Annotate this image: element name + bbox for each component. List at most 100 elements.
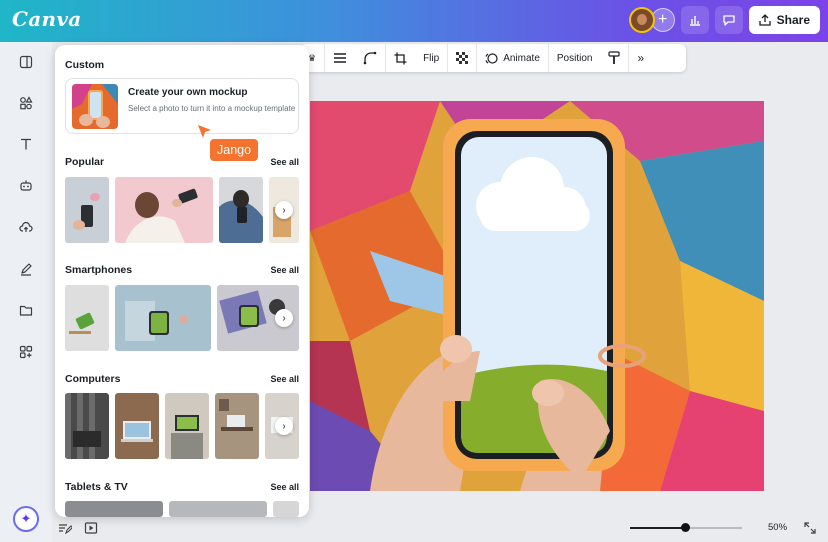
flip-button[interactable]: Flip bbox=[415, 44, 447, 72]
border-weight-icon bbox=[334, 53, 347, 63]
insights-button[interactable] bbox=[680, 6, 709, 34]
present-icon bbox=[84, 522, 98, 534]
pen-icon bbox=[21, 263, 32, 276]
animate-icon bbox=[485, 52, 498, 64]
mockup-thumbnail[interactable] bbox=[115, 177, 213, 243]
tablets-see-all-link[interactable]: See all bbox=[270, 482, 299, 492]
chevron-right-icon: › bbox=[282, 204, 286, 216]
comments-button[interactable] bbox=[714, 6, 743, 34]
present-button[interactable] bbox=[84, 521, 98, 540]
smartphones-section-title: Smartphones bbox=[65, 264, 133, 276]
sidebar-item-elements[interactable] bbox=[16, 93, 36, 113]
phone-mockup-image bbox=[310, 101, 764, 491]
mockup-thumbnail[interactable] bbox=[273, 501, 299, 517]
sidebar-item-draw[interactable] bbox=[16, 259, 36, 279]
mockup-thumbnail[interactable] bbox=[65, 177, 109, 243]
create-mockup-description: Select a photo to turn it into a mockup … bbox=[128, 104, 296, 113]
create-mockup-card[interactable]: Create your own mockup Select a photo to… bbox=[65, 78, 299, 134]
collaborator-cursor-icon bbox=[198, 125, 211, 138]
comment-icon bbox=[722, 15, 735, 26]
mockup-thumbnail[interactable] bbox=[65, 501, 163, 517]
cloud-upload-icon bbox=[19, 221, 33, 232]
sidebar-item-text[interactable] bbox=[16, 134, 36, 154]
popular-section-title: Popular bbox=[65, 156, 105, 168]
mockup-thumbnail[interactable] bbox=[215, 393, 259, 459]
share-label: Share bbox=[776, 13, 810, 27]
computers-see-all-link[interactable]: See all bbox=[270, 374, 299, 384]
collaborator-name-tag: Jango bbox=[210, 139, 259, 161]
crop-button[interactable] bbox=[385, 44, 415, 72]
double-chevron-right-icon: » bbox=[637, 51, 645, 65]
shapes-icon bbox=[20, 96, 33, 110]
popular-next-button[interactable]: › bbox=[275, 201, 293, 219]
transparency-icon bbox=[456, 52, 469, 64]
custom-section-title: Custom bbox=[65, 59, 105, 71]
more-options-button[interactable]: » bbox=[628, 44, 652, 72]
mockup-thumbnail[interactable] bbox=[115, 393, 159, 459]
left-sidebar bbox=[0, 42, 52, 542]
copy-style-button[interactable] bbox=[600, 44, 628, 72]
mockup-thumbnail[interactable] bbox=[219, 177, 263, 243]
folder-icon bbox=[19, 305, 33, 316]
expand-icon bbox=[804, 522, 816, 534]
zoom-slider-handle[interactable] bbox=[681, 523, 690, 532]
notes-icon bbox=[59, 524, 74, 535]
sidebar-item-projects[interactable] bbox=[16, 300, 36, 320]
share-icon bbox=[758, 14, 771, 26]
bar-chart-icon bbox=[689, 16, 700, 26]
crown-icon: ♛ bbox=[308, 52, 317, 63]
position-label: Position bbox=[556, 52, 593, 64]
create-mockup-title: Create your own mockup bbox=[128, 87, 248, 98]
fullscreen-button[interactable] bbox=[804, 521, 816, 539]
sidebar-item-uploads[interactable] bbox=[16, 217, 36, 237]
apps-icon bbox=[19, 345, 33, 359]
animate-label: Animate bbox=[503, 52, 540, 64]
chevron-right-icon: › bbox=[282, 420, 286, 432]
add-icon: + bbox=[657, 11, 668, 28]
top-bar: Canva + Share bbox=[0, 0, 828, 42]
popular-see-all-link[interactable]: See all bbox=[270, 157, 299, 167]
layout-icon bbox=[19, 55, 33, 69]
mockup-thumbnail[interactable] bbox=[115, 285, 211, 351]
zoom-slider[interactable] bbox=[630, 523, 742, 532]
robot-icon bbox=[20, 180, 32, 191]
share-button[interactable]: Share bbox=[748, 6, 820, 34]
mockup-thumbnail[interactable] bbox=[65, 393, 109, 459]
bottom-bar: 50% bbox=[52, 516, 828, 542]
canva-logo[interactable]: Canva bbox=[12, 7, 82, 31]
zoom-value[interactable]: 50% bbox=[768, 522, 787, 533]
animate-button[interactable]: Animate bbox=[476, 44, 548, 72]
flip-label: Flip bbox=[423, 52, 440, 64]
border-style-button[interactable] bbox=[324, 44, 355, 72]
sparkle-icon: ✦ bbox=[20, 511, 32, 526]
chevron-right-icon: › bbox=[282, 312, 286, 324]
header-actions: + Share bbox=[628, 6, 820, 34]
mockup-thumbnail[interactable] bbox=[65, 285, 109, 351]
popular-row: › bbox=[65, 177, 299, 243]
crop-icon bbox=[394, 52, 407, 64]
notes-button[interactable] bbox=[58, 521, 74, 540]
transparency-button[interactable] bbox=[447, 44, 476, 72]
canvas-photo[interactable] bbox=[310, 101, 764, 491]
sidebar-item-apps[interactable] bbox=[16, 342, 36, 362]
smartphones-next-button[interactable]: › bbox=[275, 309, 293, 327]
corner-rounding-button[interactable] bbox=[355, 44, 385, 72]
smartphones-row: › bbox=[65, 285, 299, 351]
custom-mockup-thumbnail bbox=[72, 84, 118, 129]
mockup-thumbnail[interactable] bbox=[165, 393, 209, 459]
computers-next-button[interactable]: › bbox=[275, 417, 293, 435]
corner-radius-icon bbox=[363, 51, 377, 65]
context-toolbar: ♛ Flip Animate Position » bbox=[300, 44, 686, 72]
position-button[interactable]: Position bbox=[547, 44, 601, 72]
mockup-thumbnail[interactable] bbox=[169, 501, 267, 517]
sidebar-item-design[interactable] bbox=[16, 52, 36, 72]
paint-roller-icon bbox=[608, 51, 621, 64]
magic-assistant-button[interactable]: ✦ bbox=[13, 506, 39, 532]
mockups-panel: Custom Create your own mockup Select a p… bbox=[55, 45, 309, 517]
zoom-slider-fill bbox=[630, 527, 686, 529]
sidebar-item-brand[interactable] bbox=[16, 176, 36, 196]
tablets-section-title: Tablets & TV bbox=[65, 481, 128, 493]
avatar[interactable] bbox=[628, 7, 655, 33]
tablets-row bbox=[65, 501, 299, 517]
smartphones-see-all-link[interactable]: See all bbox=[270, 265, 299, 275]
